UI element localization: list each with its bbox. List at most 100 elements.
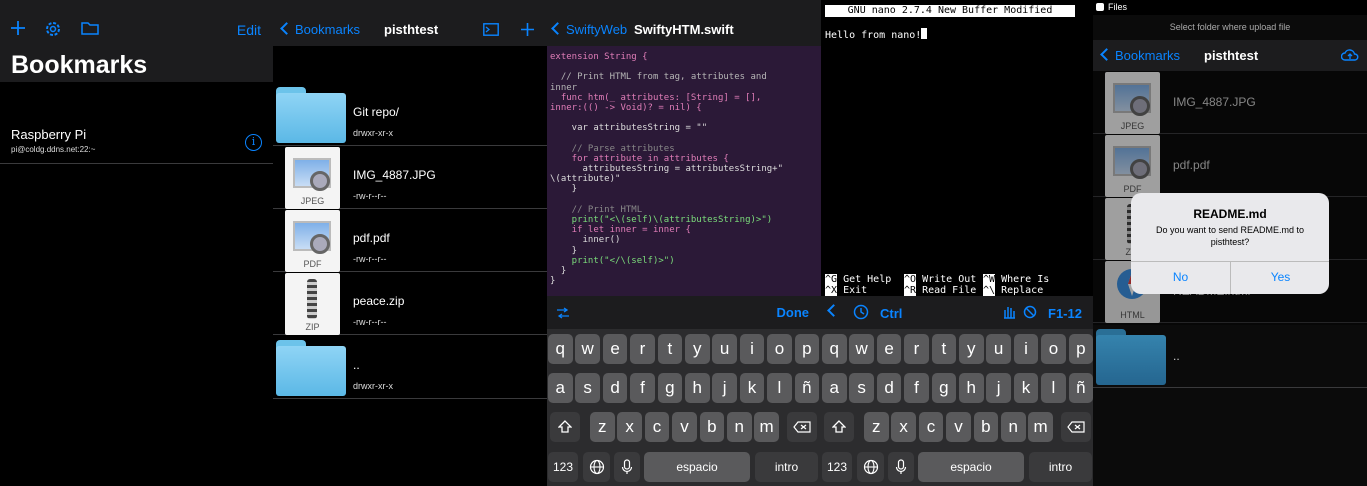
key-x[interactable]: x <box>891 412 916 442</box>
key-e[interactable]: e <box>602 334 628 364</box>
key-b[interactable]: b <box>699 412 725 442</box>
globe-key[interactable] <box>857 452 884 482</box>
back-button[interactable]: Bookmarks <box>279 22 360 37</box>
folder-icon[interactable] <box>81 20 101 40</box>
no-button[interactable]: No <box>1131 261 1230 294</box>
microphone-key[interactable] <box>888 452 914 482</box>
key-s[interactable]: s <box>849 373 874 403</box>
nano-terminal[interactable]: GNU nano 2.7.4 New Buffer Modified Hello… <box>821 0 1093 296</box>
key-l[interactable]: l <box>767 373 792 403</box>
key-g[interactable]: g <box>657 373 683 403</box>
done-button[interactable]: Done <box>777 305 810 320</box>
ctrl-key[interactable]: Ctrl <box>880 306 902 321</box>
edit-button[interactable]: Edit <box>237 22 261 38</box>
back-button[interactable]: SwiftyWeb <box>550 22 627 37</box>
key-k[interactable]: k <box>739 373 765 403</box>
code-editor[interactable]: extension String { // Print HTML from ta… <box>550 52 820 286</box>
key-y[interactable]: y <box>959 334 984 364</box>
gear-icon[interactable] <box>44 20 64 40</box>
file-row[interactable]: JPEG IMG_4887.JPG -rw-r--r-- <box>273 146 547 209</box>
key-h[interactable]: h <box>685 373 710 403</box>
key-l[interactable]: l <box>1041 373 1066 403</box>
key-p[interactable]: p <box>1068 334 1093 364</box>
key-d[interactable]: d <box>602 373 628 403</box>
key-c[interactable]: c <box>644 412 670 442</box>
shift-key[interactable] <box>824 412 854 442</box>
key-v[interactable]: v <box>946 412 971 442</box>
file-row[interactable]: PDF pdf.pdf -rw-r--r-- <box>273 209 547 272</box>
plus-icon[interactable] <box>10 20 30 40</box>
key-p[interactable]: p <box>794 334 820 364</box>
key-w[interactable]: w <box>849 334 874 364</box>
history-icon[interactable] <box>853 304 869 325</box>
key-q[interactable]: q <box>548 334 573 364</box>
key-y[interactable]: y <box>685 334 710 364</box>
globe-key[interactable] <box>583 452 610 482</box>
plus-icon[interactable] <box>520 22 535 42</box>
key-q[interactable]: q <box>822 334 847 364</box>
key-i[interactable]: i <box>1013 334 1039 364</box>
space-key[interactable]: espacio <box>918 452 1024 482</box>
key-v[interactable]: v <box>672 412 697 442</box>
back-button[interactable]: Bookmarks <box>1099 48 1180 63</box>
key-m[interactable]: m <box>1028 412 1053 442</box>
info-icon[interactable]: i <box>245 134 262 151</box>
key-g[interactable]: g <box>931 373 957 403</box>
indent-icon[interactable] <box>556 306 570 324</box>
key-s[interactable]: s <box>575 373 600 403</box>
key-o[interactable]: o <box>767 334 792 364</box>
return-key[interactable]: intro <box>1029 452 1092 482</box>
key-a[interactable]: a <box>548 373 573 403</box>
space-key[interactable]: espacio <box>644 452 750 482</box>
return-key[interactable]: intro <box>755 452 818 482</box>
key-x[interactable]: x <box>617 412 642 442</box>
terminal-icon[interactable] <box>483 23 499 41</box>
cancel-icon[interactable] <box>1023 305 1037 324</box>
key-f[interactable]: f <box>904 373 929 403</box>
file-row[interactable]: .. drwxr-xr-x <box>273 336 547 399</box>
upload-cloud-icon[interactable] <box>1340 48 1359 67</box>
key-w[interactable]: w <box>575 334 600 364</box>
delete-key[interactable] <box>1061 412 1091 442</box>
key-b[interactable]: b <box>973 412 999 442</box>
chevron-left-icon[interactable] <box>827 304 840 317</box>
numbers-key[interactable]: 123 <box>548 452 578 482</box>
microphone-key[interactable] <box>614 452 640 482</box>
key-z[interactable]: z <box>590 412 615 442</box>
key-e[interactable]: e <box>876 334 902 364</box>
hand-icon[interactable] <box>1001 304 1017 325</box>
bookmark-row[interactable]: Raspberry Pi pi@coldg.ddns.net:22:~ i <box>0 118 273 164</box>
key-u[interactable]: u <box>986 334 1011 364</box>
key-ñ[interactable]: ñ <box>1068 373 1093 403</box>
key-j[interactable]: j <box>712 373 737 403</box>
key-r[interactable]: r <box>630 334 655 364</box>
key-ñ[interactable]: ñ <box>794 373 820 403</box>
key-o[interactable]: o <box>1041 334 1066 364</box>
numbers-key[interactable]: 123 <box>822 452 852 482</box>
key-n[interactable]: n <box>727 412 752 442</box>
key-t[interactable]: t <box>931 334 957 364</box>
file-row[interactable]: .. <box>1093 325 1367 388</box>
file-row[interactable]: ZIP peace.zip -rw-r--r-- <box>273 272 547 335</box>
key-a[interactable]: a <box>822 373 847 403</box>
key-r[interactable]: r <box>904 334 929 364</box>
key-t[interactable]: t <box>657 334 683 364</box>
key-f[interactable]: f <box>630 373 655 403</box>
key-d[interactable]: d <box>876 373 902 403</box>
key-i[interactable]: i <box>739 334 765 364</box>
key-n[interactable]: n <box>1001 412 1026 442</box>
key-c[interactable]: c <box>918 412 944 442</box>
back-to-app-label[interactable]: Files <box>1108 2 1127 12</box>
back-arrow-icon[interactable] <box>1096 3 1104 11</box>
key-z[interactable]: z <box>864 412 889 442</box>
key-k[interactable]: k <box>1013 373 1039 403</box>
key-h[interactable]: h <box>959 373 984 403</box>
key-m[interactable]: m <box>754 412 779 442</box>
key-u[interactable]: u <box>712 334 737 364</box>
delete-key[interactable] <box>787 412 817 442</box>
function-keys-button[interactable]: F1-12 <box>1048 306 1082 321</box>
file-row[interactable]: Git repo/ drwxr-xr-x <box>273 83 547 146</box>
key-j[interactable]: j <box>986 373 1011 403</box>
yes-button[interactable]: Yes <box>1231 261 1330 294</box>
shift-key[interactable] <box>550 412 580 442</box>
